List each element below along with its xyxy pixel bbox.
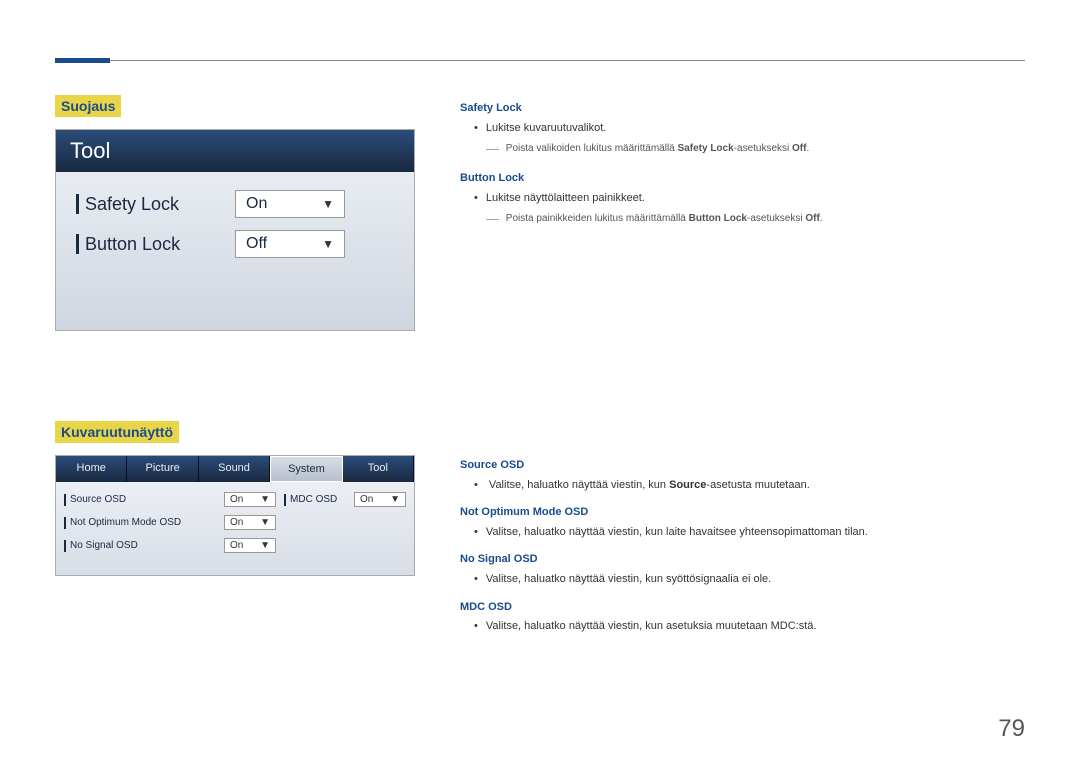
osd-body: Source OSD On ▼ Not Optimum Mode OSD On … — [56, 482, 414, 575]
section-title-kuvaruutu: Kuvaruutunäyttö — [55, 421, 179, 443]
note-bold: Off — [792, 143, 806, 154]
osd-row-nosignal: No Signal OSD On ▼ — [64, 538, 276, 553]
tab-tool[interactable]: Tool — [343, 456, 414, 482]
section-title-suojaus: Suojaus — [55, 95, 121, 117]
left-column: Suojaus Tool Safety Lock On ▼ Button Loc… — [55, 95, 415, 576]
row-label: Not Optimum Mode OSD — [70, 517, 224, 528]
osd-left-column: Source OSD On ▼ Not Optimum Mode OSD On … — [64, 492, 276, 561]
dropdown-button-lock[interactable]: Off ▼ — [235, 230, 345, 258]
tab-home[interactable]: Home — [56, 456, 127, 482]
desc-heading-button-lock: Button Lock — [460, 170, 1020, 188]
desc-heading-safety-lock: Safety Lock — [460, 100, 1020, 118]
note-text: -asetukseksi — [734, 143, 792, 154]
chevron-down-icon: ▼ — [322, 237, 334, 251]
desc-block: Valitse, haluatko näyttää viestin, kun a… — [460, 618, 1020, 636]
desc-heading-notopt-osd: Not Optimum Mode OSD — [460, 504, 1020, 522]
header-accent — [55, 58, 110, 63]
tool-row-button-lock: Button Lock Off ▼ — [76, 230, 394, 258]
dropdown-notopt-osd[interactable]: On ▼ — [224, 515, 276, 530]
dropdown-value: Off — [246, 235, 267, 253]
row-marker-icon — [64, 517, 66, 529]
dropdown-value: On — [246, 195, 267, 213]
dropdown-value: On — [230, 494, 243, 505]
horizontal-rule — [55, 60, 1025, 61]
tool-menu-screenshot: Tool Safety Lock On ▼ Button Lock Off ▼ — [55, 129, 415, 331]
note-text: . — [806, 143, 809, 154]
chevron-down-icon: ▼ — [260, 494, 270, 505]
bullet-item: Valitse, haluatko näyttää viestin, kun s… — [474, 571, 1020, 589]
osd-row-source: Source OSD On ▼ — [64, 492, 276, 507]
desc-heading-nosignal-osd: No Signal OSD — [460, 551, 1020, 569]
bullet-item: Valitse, haluatko näyttää viestin, kun l… — [474, 524, 1020, 542]
note-bold: Button Lock — [689, 213, 747, 224]
desc-block: Valitse, haluatko näyttää viestin, kun s… — [460, 571, 1020, 589]
desc-block: Valitse, haluatko näyttää viestin, kun l… — [460, 524, 1020, 542]
dash-icon: ― — [486, 141, 499, 156]
bullet-text: Valitse, haluatko näyttää viestin, kun — [489, 479, 669, 491]
note-bold: Off — [805, 213, 819, 224]
dropdown-safety-lock[interactable]: On ▼ — [235, 190, 345, 218]
row-marker-icon — [76, 234, 79, 254]
note-text: -asetukseksi — [747, 213, 805, 224]
bullet-item: Lukitse kuvaruutuvalikot. — [474, 120, 1020, 138]
tab-bar: Home Picture Sound System Tool — [56, 456, 414, 482]
desc-heading-mdc-osd: MDC OSD — [460, 599, 1020, 617]
note-line: ― Poista painikkeiden lukitus määrittämä… — [460, 209, 1020, 230]
tool-row-safety-lock: Safety Lock On ▼ — [76, 190, 394, 218]
bullet-item: Lukitse näyttölaitteen painikkeet. — [474, 190, 1020, 208]
tab-sound[interactable]: Sound — [199, 456, 270, 482]
chevron-down-icon: ▼ — [322, 197, 334, 211]
osd-right-column: MDC OSD On ▼ — [276, 492, 406, 561]
row-marker-icon — [64, 540, 66, 552]
dropdown-source-osd[interactable]: On ▼ — [224, 492, 276, 507]
row-label: MDC OSD — [290, 494, 354, 505]
row-marker-icon — [76, 194, 79, 214]
osd-row-mdc: MDC OSD On ▼ — [284, 492, 406, 507]
desc-heading-source-osd: Source OSD — [460, 457, 1020, 475]
dropdown-value: On — [230, 517, 243, 528]
bullet-bold: Source — [669, 479, 706, 491]
note-bold: Safety Lock — [678, 143, 734, 154]
desc-block: Lukitse kuvaruutuvalikot. ― Poista valik… — [460, 120, 1020, 160]
row-label: Source OSD — [70, 494, 224, 505]
note-text: Poista valikoiden lukitus määrittämällä — [506, 143, 678, 154]
row-label: Safety Lock — [85, 194, 235, 215]
chevron-down-icon: ▼ — [260, 540, 270, 551]
tool-menu-body: Safety Lock On ▼ Button Lock Off ▼ — [56, 172, 414, 330]
bullet-text: -asetusta muutetaan. — [706, 479, 809, 491]
note-line: ― Poista valikoiden lukitus määrittämäll… — [460, 139, 1020, 160]
dash-icon: ― — [486, 211, 499, 226]
osd-row-notopt: Not Optimum Mode OSD On ▼ — [64, 515, 276, 530]
osd-menu-screenshot: Home Picture Sound System Tool Source OS… — [55, 455, 415, 576]
desc-block: Lukitse näyttölaitteen painikkeet. ― Poi… — [460, 190, 1020, 230]
bullet-item: Valitse, haluatko näyttää viestin, kun a… — [474, 618, 1020, 636]
row-label: Button Lock — [85, 234, 235, 255]
dropdown-value: On — [360, 494, 373, 505]
note-text: . — [820, 213, 823, 224]
right-column: Safety Lock Lukitse kuvaruutuvalikot. ― … — [460, 100, 1020, 646]
chevron-down-icon: ▼ — [260, 517, 270, 528]
tab-system[interactable]: System — [270, 456, 342, 482]
page-number: 79 — [998, 715, 1025, 743]
dropdown-nosignal-osd[interactable]: On ▼ — [224, 538, 276, 553]
note-text: Poista painikkeiden lukitus määrittämäll… — [506, 213, 689, 224]
row-label: No Signal OSD — [70, 540, 224, 551]
dropdown-mdc-osd[interactable]: On ▼ — [354, 492, 406, 507]
tool-menu-header: Tool — [56, 130, 414, 172]
row-marker-icon — [284, 494, 286, 506]
row-marker-icon — [64, 494, 66, 506]
chevron-down-icon: ▼ — [390, 494, 400, 505]
desc-block: Valitse, haluatko näyttää viestin, kun S… — [460, 477, 1020, 495]
bullet-item: Valitse, haluatko näyttää viestin, kun S… — [474, 477, 1020, 495]
dropdown-value: On — [230, 540, 243, 551]
tab-picture[interactable]: Picture — [127, 456, 198, 482]
